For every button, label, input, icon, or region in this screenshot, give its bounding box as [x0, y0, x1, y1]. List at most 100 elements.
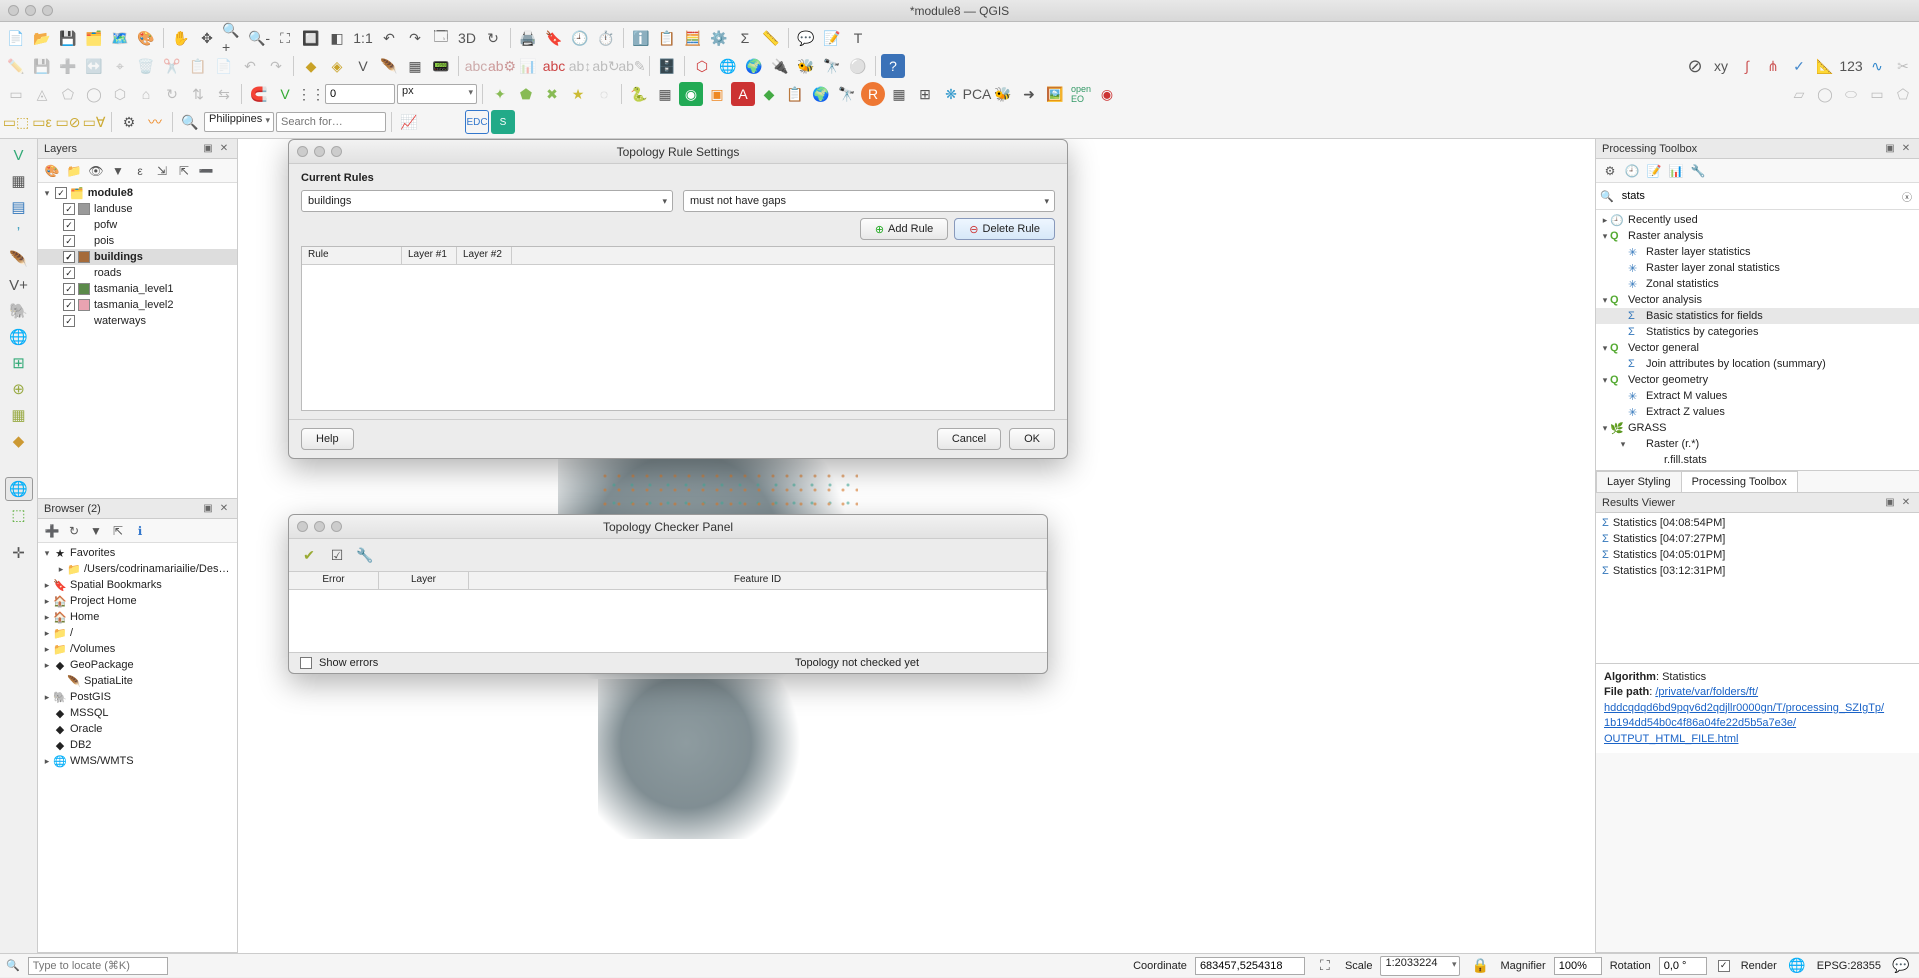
- new-virtual-layer-icon[interactable]: V: [351, 54, 375, 78]
- browser-item[interactable]: ▸🌐WMS/WMTS: [38, 753, 237, 769]
- label-icon[interactable]: abc: [464, 54, 488, 78]
- plugin-row3-h-icon[interactable]: 🔭: [835, 82, 859, 106]
- add-oracle-icon[interactable]: ◆: [5, 429, 33, 453]
- plugin-f-icon[interactable]: ⚪: [846, 54, 870, 78]
- clear-search-icon[interactable]: ⓧ: [1899, 188, 1915, 204]
- processing-item[interactable]: ▾QVector geometry: [1596, 372, 1919, 388]
- layer-item[interactable]: ✓tasmania_level2: [38, 297, 237, 313]
- browser-tree[interactable]: ▾★Favorites▸📁/Users/codrinamariailie/Des…: [38, 543, 237, 952]
- validate-all-icon[interactable]: ✔: [297, 543, 321, 567]
- browser-panel-close-icon[interactable]: ✕: [217, 502, 231, 516]
- snap-tolerance-input[interactable]: [325, 84, 395, 104]
- coord-input[interactable]: [1195, 957, 1305, 975]
- vec-tool5-icon[interactable]: 123: [1839, 54, 1863, 78]
- identify-icon[interactable]: ℹ️: [629, 26, 653, 50]
- zoom-window-icon[interactable]: [42, 5, 53, 16]
- rules-table[interactable]: Rule Layer #1 Layer #2: [301, 246, 1055, 411]
- col-rule[interactable]: Rule: [302, 247, 402, 264]
- zoom-native-icon[interactable]: 1:1: [351, 26, 375, 50]
- timemanager-icon[interactable]: ⏱️: [594, 26, 618, 50]
- deselect-icon[interactable]: ▭⊘: [56, 110, 80, 134]
- delete-rule-button[interactable]: ⊖Delete Rule: [954, 218, 1055, 240]
- proc-model-icon[interactable]: ⚙: [1600, 161, 1620, 181]
- style-manager-icon[interactable]: 🎨: [134, 26, 158, 50]
- crs-icon[interactable]: 🌐: [1785, 954, 1809, 978]
- cut-features-icon[interactable]: ✂️: [160, 54, 184, 78]
- messages-icon[interactable]: 💬: [1889, 954, 1913, 978]
- processing-item[interactable]: ▾QVector analysis: [1596, 292, 1919, 308]
- topology-checker-icon[interactable]: ⬡: [690, 54, 714, 78]
- col-layer1[interactable]: Layer #1: [402, 247, 457, 264]
- new-shapefile-icon[interactable]: ◆: [299, 54, 323, 78]
- nominatim-icon[interactable]: 🔍: [178, 110, 202, 134]
- layer-item[interactable]: ✓buildings: [38, 249, 237, 265]
- layer-item[interactable]: ✓pois: [38, 233, 237, 249]
- plugin-row3-o-icon[interactable]: ➜: [1017, 82, 1041, 106]
- paste-features-icon[interactable]: 📄: [212, 54, 236, 78]
- checker-zoom-icon[interactable]: [331, 521, 342, 532]
- new-gps-layer-icon[interactable]: 📟: [429, 54, 453, 78]
- save-edits-icon[interactable]: 💾: [30, 54, 54, 78]
- add-wms-icon[interactable]: 🌐: [5, 325, 33, 349]
- browser-refresh-icon[interactable]: ↻: [64, 521, 84, 541]
- qgis2web2-icon[interactable]: ⬚: [5, 503, 33, 527]
- browser-item[interactable]: ▸◆GeoPackage: [38, 657, 237, 673]
- browser-item[interactable]: 🪶SpatiaLite: [38, 673, 237, 689]
- processing-item[interactable]: ▾Raster (r.*): [1596, 436, 1919, 452]
- node-tool-icon[interactable]: ⌖: [108, 54, 132, 78]
- results-undock-icon[interactable]: ▣: [1883, 496, 1897, 510]
- zoom-full-icon[interactable]: ⛶: [273, 26, 297, 50]
- measure-icon[interactable]: 📏: [759, 26, 783, 50]
- tab-processing-toolbox[interactable]: Processing Toolbox: [1681, 471, 1798, 492]
- zoom-in-icon[interactable]: 🔍+: [221, 26, 245, 50]
- vec-tool6-icon[interactable]: ∿: [1865, 54, 1889, 78]
- new-grid-layer-icon[interactable]: ▦: [403, 54, 427, 78]
- help-icon[interactable]: ?: [881, 54, 905, 78]
- layers-tree[interactable]: ▾✓🗂️module8✓landuse✓pofw✓pois✓buildings✓…: [38, 183, 237, 498]
- plugin-a-icon[interactable]: 🌐: [716, 54, 740, 78]
- layer-add-group-icon[interactable]: 📁: [64, 161, 84, 181]
- snap-unit-combo[interactable]: px: [397, 84, 477, 104]
- rule-layer-combo[interactable]: buildings: [301, 190, 673, 212]
- plugin-row3-r-icon[interactable]: ◉: [1095, 82, 1119, 106]
- plugin-row3-d-icon[interactable]: A: [731, 82, 755, 106]
- scale-combo[interactable]: 1:2033224: [1380, 956, 1460, 976]
- delete-selected-icon[interactable]: 🗑️: [134, 54, 158, 78]
- lock-scale-icon[interactable]: 🔒: [1468, 954, 1492, 978]
- plugin-row3-m-icon[interactable]: PCA: [965, 82, 989, 106]
- plugin-row3-j-icon[interactable]: ▦: [887, 82, 911, 106]
- validate-extent-icon[interactable]: ☑: [325, 543, 349, 567]
- add-xyz-icon[interactable]: ▦: [5, 403, 33, 427]
- adv-dig-9-icon[interactable]: ⇆: [212, 82, 236, 106]
- browser-collapse-icon[interactable]: ⇱: [108, 521, 128, 541]
- coord-capture-icon[interactable]: xy: [1709, 54, 1733, 78]
- processing-item[interactable]: ▾QVector general: [1596, 340, 1919, 356]
- result-item[interactable]: ΣStatistics [04:08:54PM]: [1596, 515, 1919, 531]
- select-value-icon[interactable]: ▭ε: [30, 110, 54, 134]
- snap-vertex-icon[interactable]: ⋮⋮: [299, 82, 323, 106]
- layer-style-icon[interactable]: 🎨: [42, 161, 62, 181]
- vec-tool4-icon[interactable]: 📐: [1813, 54, 1837, 78]
- add-vector-icon[interactable]: V: [5, 143, 33, 167]
- refresh-icon[interactable]: ↻: [481, 26, 505, 50]
- minimize-window-icon[interactable]: [25, 5, 36, 16]
- layer-item[interactable]: ✓roads: [38, 265, 237, 281]
- processing-item[interactable]: ✳Extract M values: [1596, 388, 1919, 404]
- crosshair-icon[interactable]: ✛: [5, 541, 33, 565]
- filepath-link[interactable]: /private/var/folders/ft/: [1655, 686, 1758, 698]
- plugin-row3-p-icon[interactable]: 🖼️: [1043, 82, 1067, 106]
- layer-expand-icon[interactable]: ⇲: [152, 161, 172, 181]
- col-error[interactable]: Error: [289, 572, 379, 589]
- vec-tool3-icon[interactable]: ✓: [1787, 54, 1811, 78]
- browser-properties-icon[interactable]: ℹ: [130, 521, 150, 541]
- layer-collapse-icon[interactable]: ⇱: [174, 161, 194, 181]
- render-checkbox[interactable]: ✓: [1718, 960, 1730, 972]
- text-annotation-icon[interactable]: T: [846, 26, 870, 50]
- label-settings-icon[interactable]: ab⚙: [490, 54, 514, 78]
- plugin-row3-n-icon[interactable]: 🐝: [991, 82, 1015, 106]
- browser-item[interactable]: ▸📁/Users/codrinamariailie/Des…: [38, 561, 237, 577]
- print-layout-icon[interactable]: 🖨️: [516, 26, 540, 50]
- add-wcs-icon[interactable]: ⊞: [5, 351, 33, 375]
- processing-search-input[interactable]: [1618, 186, 1899, 206]
- browser-item[interactable]: ◆Oracle: [38, 721, 237, 737]
